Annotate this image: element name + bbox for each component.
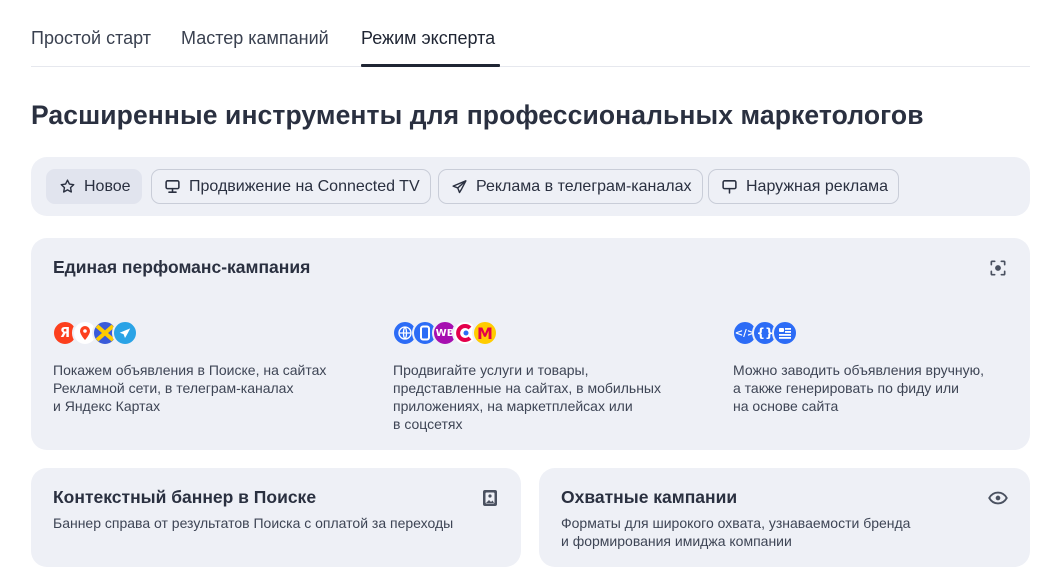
telegram-icon	[452, 180, 467, 194]
telegram-logo	[112, 320, 138, 346]
card-title: Контекстный баннер в Поиске	[53, 487, 317, 507]
chip-label: Реклама в телеграм-каналах	[476, 177, 692, 195]
billboard-icon	[722, 180, 737, 194]
image-icon	[480, 488, 500, 508]
mode-tabs: Простой старт Мастер кампаний Режим эксп…	[31, 0, 1030, 67]
eye-icon	[988, 488, 1008, 508]
document-logo	[772, 320, 798, 346]
ad-placements-logos: Я	[52, 320, 138, 346]
chip-new[interactable]: Новое	[46, 169, 142, 204]
tab-expert-mode[interactable]: Режим эксперта	[361, 28, 495, 49]
tab-campaign-wizard[interactable]: Мастер кампаний	[181, 28, 329, 49]
card-title: Единая перфоманс-кампания	[53, 257, 311, 277]
context-banner-card[interactable]: Контекстный баннер в Поиске Баннер справ…	[31, 468, 521, 567]
chip-connected-tv[interactable]: Продвижение на Connected TV	[151, 169, 431, 204]
promotion-channels-logos: WB М	[392, 320, 498, 346]
tab-simple-start[interactable]: Простой старт	[31, 28, 151, 49]
tv-icon	[165, 180, 180, 193]
performance-campaign-card[interactable]: Единая перфоманс-кампания Я Покажем объя…	[31, 238, 1030, 450]
star-icon	[60, 179, 75, 193]
chip-outdoor-ads[interactable]: Наружная реклама	[708, 169, 900, 204]
yandex-market-logo: М	[472, 320, 498, 346]
promotion-channels-description: Продвигайте услуги и товары, представлен…	[393, 362, 661, 432]
card-description: Форматы для широкого охвата, узнаваемост…	[561, 515, 911, 549]
ad-creation-description: Можно заводить объявления вручную, а так…	[733, 362, 985, 414]
chip-label: Новое	[84, 177, 131, 195]
chip-label: Наружная реклама	[746, 177, 889, 195]
card-title: Охватные кампании	[561, 487, 738, 507]
ad-creation-logos: </> {}	[732, 320, 798, 346]
page-title: Расширенные инструменты для профессионал…	[31, 100, 924, 130]
category-chips: Новое Продвижение на Connected TV Реклам…	[31, 157, 1030, 216]
card-description: Баннер справа от результатов Поиска с оп…	[53, 515, 454, 531]
chip-label: Продвижение на Connected TV	[189, 177, 420, 195]
active-tab-indicator	[361, 64, 500, 67]
reach-campaigns-card[interactable]: Охватные кампании Форматы для широкого о…	[539, 468, 1030, 567]
focus-scan-icon	[988, 258, 1008, 278]
chip-telegram-ads[interactable]: Реклама в телеграм-каналах	[438, 169, 703, 204]
ad-placements-description: Покажем объявления в Поиске, на сайтах Р…	[53, 362, 327, 414]
